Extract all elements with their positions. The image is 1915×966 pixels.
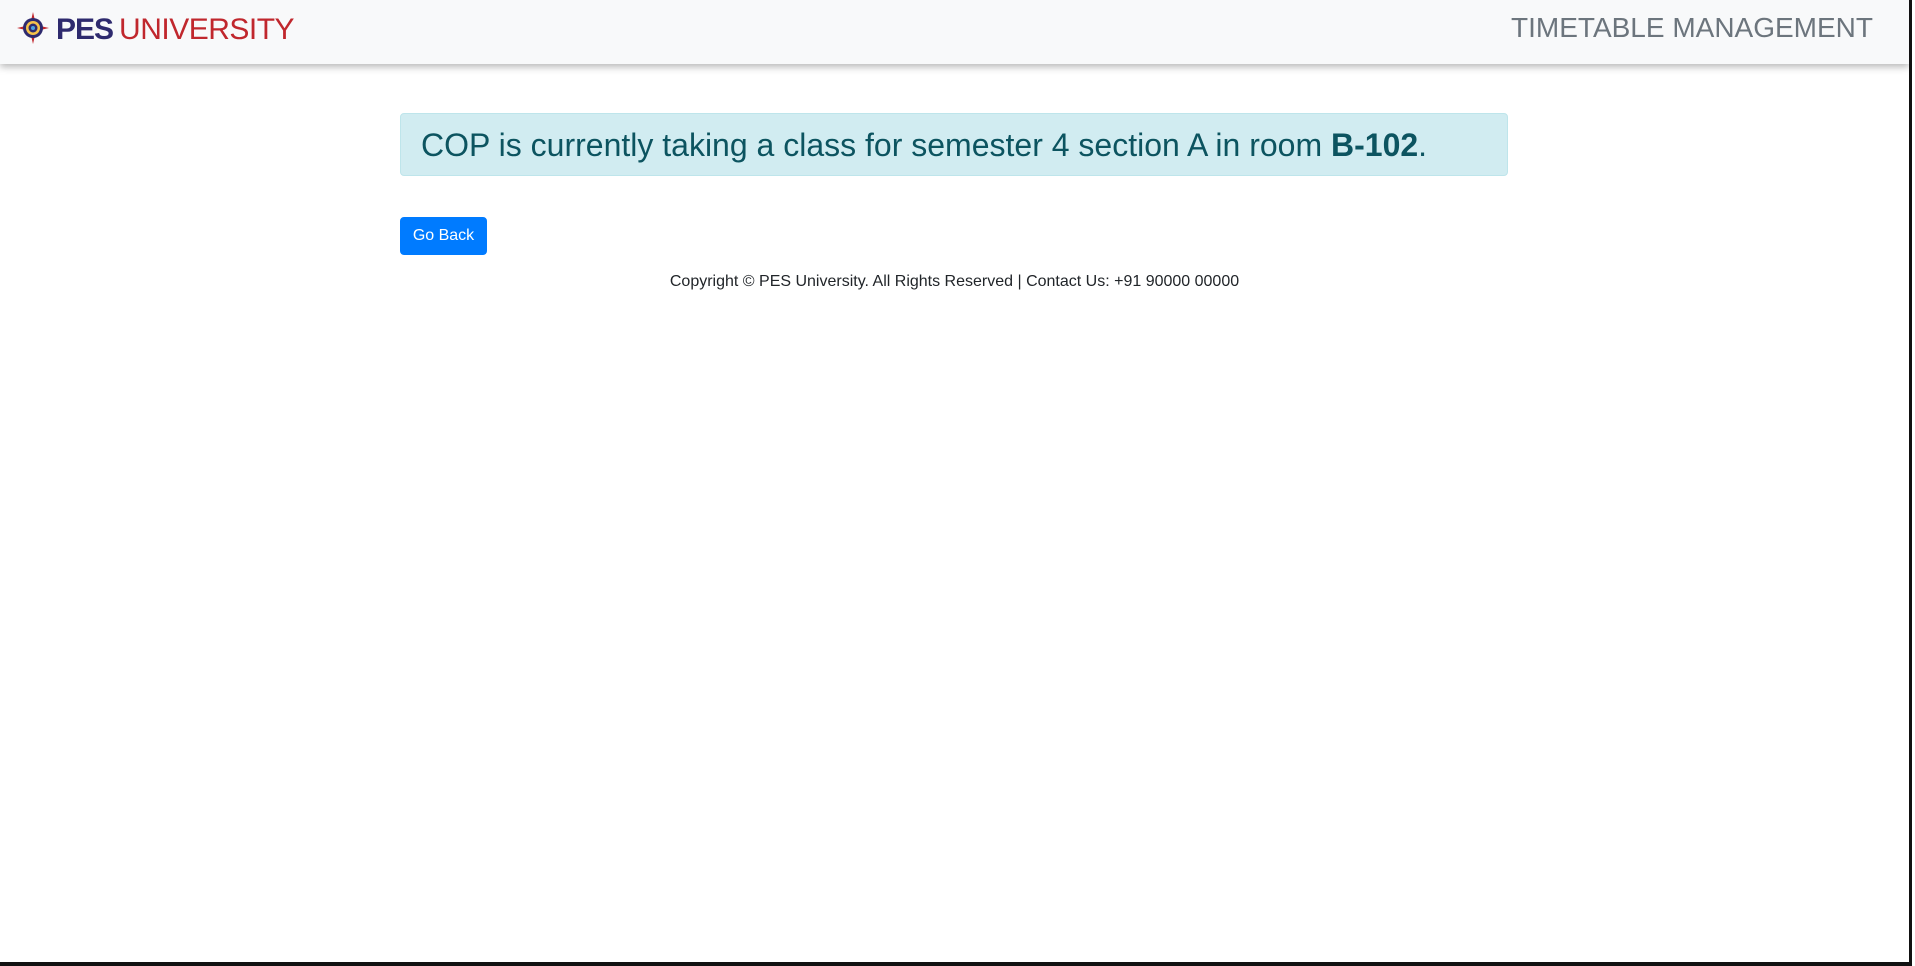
- go-back-button[interactable]: Go Back: [400, 217, 487, 255]
- status-alert: COP is currently taking a class for seme…: [400, 113, 1508, 176]
- footer-copyright: Copyright © PES University. All Rights R…: [669, 273, 1240, 290]
- alert-message: COP is currently taking a class for seme…: [421, 127, 1323, 163]
- top-navbar: PES UNIVERSITY TIMETABLE MANAGEMENT: [0, 0, 1909, 64]
- pes-emblem-icon: [16, 11, 50, 50]
- page: PES UNIVERSITY TIMETABLE MANAGEMENT COP i…: [0, 0, 1912, 966]
- brand-wordmark-light: UNIVERSITY: [119, 13, 295, 46]
- alert-suffix: .: [1418, 127, 1428, 163]
- brand-wordmark-strong: PES: [56, 13, 114, 46]
- alert-room: B-102: [1331, 127, 1419, 163]
- brand-logo-link[interactable]: PES UNIVERSITY: [16, 11, 295, 50]
- brand-wordmark: PES UNIVERSITY: [56, 13, 295, 47]
- app-title: TIMETABLE MANAGEMENT: [1511, 12, 1873, 43]
